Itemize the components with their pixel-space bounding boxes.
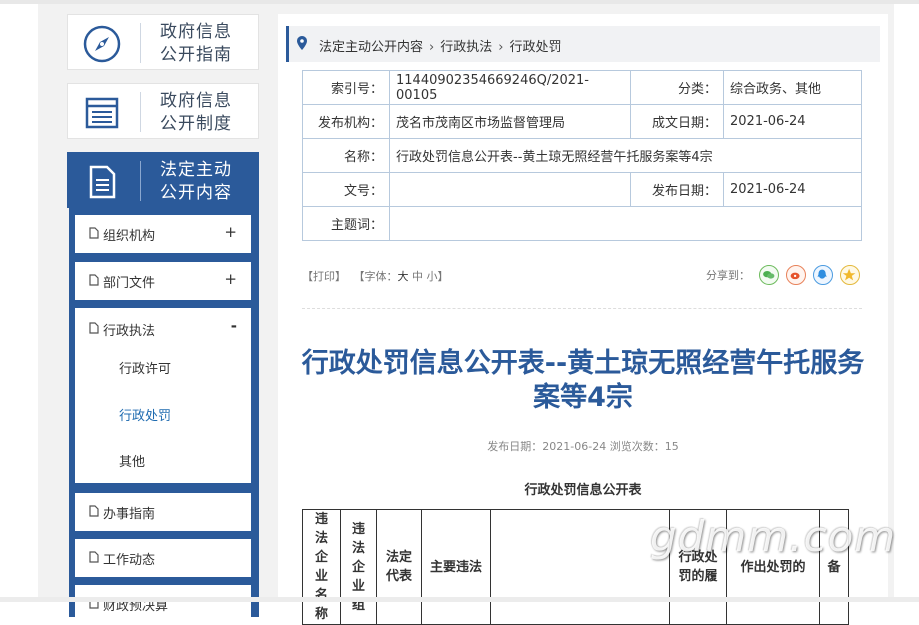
meta-label: 分类：	[630, 70, 724, 105]
guide-label: 政府信息 公开指南	[160, 22, 232, 65]
list-doc-icon	[85, 97, 119, 129]
meta-value: 综合政务、其他	[723, 70, 862, 105]
expand-icon[interactable]: +	[224, 223, 237, 241]
meta-value: 11440902354669246Q/2021-00105	[389, 70, 631, 105]
separator	[140, 23, 141, 63]
wechat-share-icon[interactable]	[759, 265, 779, 285]
table-header: 违法企业名称	[302, 509, 341, 625]
meta-value: 茂名市茂南区市场监督管理局	[389, 104, 631, 139]
divider	[302, 308, 862, 309]
article-title: 行政处罚信息公开表--黄土琼无照经营午托服务案等4宗	[301, 348, 865, 413]
menu-label: 部门文件	[103, 276, 156, 291]
menu-label: 组织机构	[103, 229, 156, 244]
menu-label: 办事指南	[103, 507, 156, 522]
article-tools: 【打印】 【字体：大 中 小】	[302, 268, 449, 284]
doc-icon	[89, 551, 99, 563]
breadcrumb: 法定主动公开内容 › 行政执法 › 行政处罚	[286, 26, 880, 62]
menu-item-service-guide[interactable]: 办事指南	[75, 493, 251, 531]
table-header: 主要违法	[421, 509, 491, 625]
font-medium-link[interactable]: 中	[412, 270, 423, 283]
meta-label: 索引号：	[302, 70, 390, 105]
article-subtitle: 行政处罚信息公开表	[524, 483, 642, 498]
separator	[140, 92, 141, 132]
meta-label: 成文日期：	[630, 104, 724, 139]
location-pin-icon	[297, 36, 307, 50]
submenu-item-admin-penalty[interactable]: 行政处罚	[119, 405, 171, 424]
meta-label: 文号：	[302, 172, 390, 207]
guide-label: 政府信息 公开制度	[160, 91, 232, 134]
menu-item-law-enforcement-head[interactable]: 行政执法 -	[75, 308, 251, 346]
menu-label: 工作动态	[103, 553, 156, 568]
table-header: 违法企业组	[340, 509, 377, 625]
menu-item-budget[interactable]: 财政预决算	[75, 585, 251, 623]
table-header: 法定代表	[376, 509, 422, 625]
guide-public-guide[interactable]: 政府信息 公开指南	[67, 14, 259, 70]
submenu-item-admin-license[interactable]: 行政许可	[119, 358, 171, 377]
meta-value: 2021-06-24	[723, 172, 862, 207]
print-link[interactable]: 【打印】	[302, 270, 346, 283]
separator	[140, 161, 141, 201]
collapse-icon[interactable]: -	[231, 317, 237, 335]
menu-item-law-enforcement: 行政执法 - 行政许可 行政处罚 其他	[75, 308, 251, 483]
qq-share-icon[interactable]	[813, 265, 833, 285]
article-pubinfo: 发布日期：2021-06-24 浏览次数：15	[487, 440, 679, 453]
doc-icon	[89, 227, 99, 239]
guide-statutory-content[interactable]: 法定主动 公开内容	[67, 152, 259, 208]
weibo-share-icon[interactable]	[786, 265, 806, 285]
table-header	[490, 509, 670, 625]
menu-item-work-news[interactable]: 工作动态	[75, 539, 251, 577]
breadcrumb-item[interactable]: 行政处罚	[509, 40, 561, 55]
document-icon	[89, 165, 116, 199]
share-label: 分享到：	[706, 269, 750, 282]
meta-value: 行政处罚信息公开表--黄土琼无照经营午托服务案等4宗	[389, 138, 862, 173]
meta-label: 发布机构：	[302, 104, 390, 139]
guide-public-system[interactable]: 政府信息 公开制度	[67, 83, 259, 139]
menu-item-department-docs[interactable]: 部门文件 +	[75, 262, 251, 300]
meta-label: 发布日期：	[630, 172, 724, 207]
breadcrumb-item[interactable]: 法定主动公开内容	[319, 40, 423, 55]
meta-value	[389, 172, 631, 207]
breadcrumb-item[interactable]: 行政执法	[440, 40, 492, 55]
menu-label: 行政执法	[103, 324, 156, 339]
chevron-right-icon: ›	[429, 40, 435, 55]
guide-label: 法定主动 公开内容	[160, 160, 232, 203]
qzone-share-icon[interactable]	[840, 265, 860, 285]
bottom-bar	[0, 597, 919, 602]
font-size-suffix: 】	[437, 270, 449, 283]
font-size-label: 【字体：	[353, 270, 398, 283]
doc-icon	[89, 322, 99, 334]
document-meta-table: 索引号： 11440902354669246Q/2021-00105 分类： 综…	[302, 70, 862, 241]
meta-value: 2021-06-24	[723, 104, 862, 139]
font-large-link[interactable]: 大	[398, 270, 409, 283]
meta-label: 名称：	[302, 138, 390, 173]
doc-icon	[89, 505, 99, 517]
font-small-link[interactable]: 小	[427, 270, 438, 283]
site-watermark: gdmm.com	[650, 512, 897, 561]
submenu-item-other[interactable]: 其他	[119, 451, 145, 470]
compass-icon	[83, 25, 121, 63]
meta-label: 主题词：	[302, 206, 390, 241]
expand-icon[interactable]: +	[224, 270, 237, 288]
doc-icon	[89, 274, 99, 286]
meta-value	[389, 206, 862, 241]
menu-item-organization[interactable]: 组织机构 +	[75, 215, 251, 253]
chevron-right-icon: ›	[498, 40, 504, 55]
sidebar-menu: 组织机构 + 部门文件 + 行政执法 - 行政许可 行政处罚 其他 办事指南 工…	[69, 207, 259, 623]
